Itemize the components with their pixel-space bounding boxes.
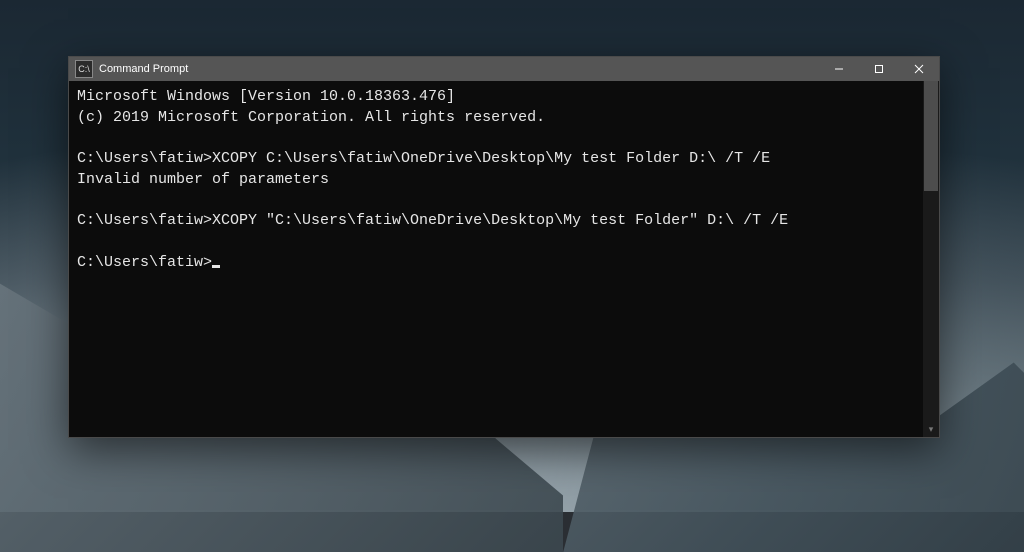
terminal-line: C:\Users\fatiw>XCOPY "C:\Users\fatiw\One… bbox=[77, 211, 915, 232]
terminal-line bbox=[77, 232, 915, 253]
window-title: Command Prompt bbox=[99, 63, 188, 75]
terminal-line: Microsoft Windows [Version 10.0.18363.47… bbox=[77, 87, 915, 108]
terminal-line bbox=[77, 190, 915, 211]
terminal-output[interactable]: Microsoft Windows [Version 10.0.18363.47… bbox=[69, 81, 923, 437]
terminal-line: Invalid number of parameters bbox=[77, 170, 915, 191]
minimize-button[interactable] bbox=[819, 57, 859, 81]
scrollbar-down-arrow-icon[interactable]: ▾ bbox=[923, 421, 939, 437]
command-prompt-window: C:\ Command Prompt Microsoft Windows [Ve… bbox=[68, 56, 940, 438]
cursor bbox=[212, 265, 220, 268]
scrollbar-thumb[interactable] bbox=[924, 81, 938, 191]
minimize-icon bbox=[834, 64, 844, 74]
vertical-scrollbar[interactable]: ▾ bbox=[923, 81, 939, 437]
app-icon-label: C:\ bbox=[78, 64, 90, 74]
terminal-line: (c) 2019 Microsoft Corporation. All righ… bbox=[77, 108, 915, 129]
app-icon: C:\ bbox=[75, 60, 93, 78]
terminal-prompt-line[interactable]: C:\Users\fatiw> bbox=[77, 253, 915, 274]
terminal-line: C:\Users\fatiw>XCOPY C:\Users\fatiw\OneD… bbox=[77, 149, 915, 170]
terminal-line bbox=[77, 128, 915, 149]
maximize-button[interactable] bbox=[859, 57, 899, 81]
window-titlebar[interactable]: C:\ Command Prompt bbox=[69, 57, 939, 81]
close-icon bbox=[914, 64, 924, 74]
close-button[interactable] bbox=[899, 57, 939, 81]
terminal-area[interactable]: Microsoft Windows [Version 10.0.18363.47… bbox=[69, 81, 939, 437]
terminal-prompt: C:\Users\fatiw> bbox=[77, 254, 212, 271]
maximize-icon bbox=[874, 64, 884, 74]
